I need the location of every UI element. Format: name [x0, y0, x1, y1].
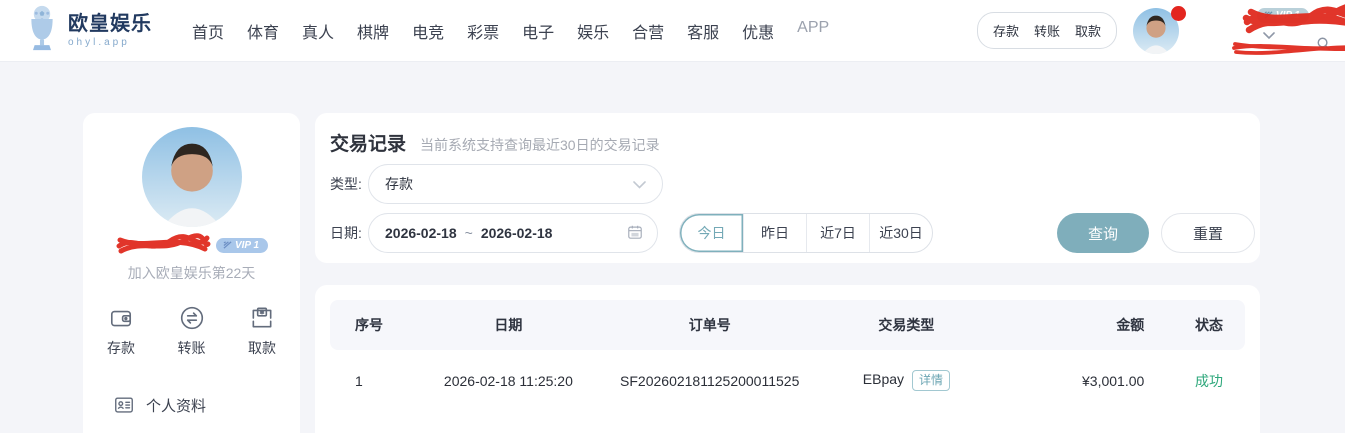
page-subtitle: 当前系统支持查询最近30日的交易记录 [420, 137, 660, 153]
nav-item-sports[interactable]: 体育 [247, 19, 279, 43]
table-row: 1 2026-02-18 11:25:20 SF2026021811252000… [330, 353, 1245, 408]
cell-amount: ¥3,001.00 [1082, 372, 1145, 389]
transfer-link[interactable]: 转账 [1034, 21, 1060, 40]
range-yesterday-button[interactable]: 昨日 [743, 214, 806, 252]
search-icon[interactable] [1316, 36, 1331, 56]
avatar [141, 127, 242, 227]
id-card-icon [115, 397, 133, 413]
nav-item-lottery[interactable]: 彩票 [467, 19, 499, 43]
chevron-down-icon[interactable] [1263, 27, 1275, 45]
deposit-link[interactable]: 存款 [993, 21, 1019, 40]
nav-item-slots[interactable]: 电子 [522, 19, 554, 43]
date-start-value: 2026-02-18 [385, 225, 457, 241]
nav-item-app[interactable]: APP [797, 19, 829, 43]
nav-item-esports[interactable]: 电竞 [412, 19, 444, 43]
page: 欧皇娱乐 ohyl.app 首页 体育 真人 棋牌 电竞 彩票 电子 娱乐 合营… [0, 0, 1345, 433]
range-7days-button[interactable]: 近7日 [806, 214, 869, 252]
main-nav: 首页 体育 真人 棋牌 电竞 彩票 电子 娱乐 合营 客服 优惠 APP [192, 19, 829, 43]
sidebar-item-profile[interactable]: 个人资料 [113, 394, 300, 416]
date-label: 日期: [330, 225, 362, 241]
type-select[interactable]: 存款 [368, 164, 663, 204]
col-date: 日期 [494, 317, 523, 333]
cell-seq: 1 [355, 372, 363, 389]
vip-badge-label: VIP 1 [234, 239, 260, 251]
top-header: 欧皇娱乐 ohyl.app 首页 体育 真人 棋牌 电竞 彩票 电子 娱乐 合营… [0, 0, 1345, 62]
brand-name: 欧皇娱乐 [68, 13, 152, 35]
col-amount: 金额 [1116, 317, 1145, 333]
cell-date: 2026-02-18 11:25:20 [443, 372, 573, 389]
header-right: 存款 转账 取款 VIP 1 [976, 2, 1345, 60]
date-end-value: 2026-02-18 [480, 225, 553, 241]
col-order: 订单号 [688, 317, 731, 333]
query-button[interactable]: 查询 [1057, 213, 1149, 253]
reset-button[interactable]: 重置 [1161, 213, 1255, 253]
calendar-icon[interactable] [627, 224, 643, 243]
cell-type: EBpay 详情 [815, 370, 998, 391]
nav-item-promotions[interactable]: 优惠 [742, 19, 774, 43]
trophy-icon [24, 4, 60, 57]
col-status: 状态 [1194, 317, 1223, 333]
notification-dot [1171, 5, 1186, 21]
nav-item-affiliate[interactable]: 合营 [632, 19, 664, 43]
avatar[interactable] [1133, 5, 1186, 54]
user-area: VIP 1 [1133, 2, 1345, 60]
type-select-value: 存款 [385, 176, 413, 192]
wing-icon [223, 240, 232, 249]
quick-action-label: 存款 [107, 340, 135, 356]
profile-card: VIP 1 加入欧皇娱乐第22天 存款 转账 取款 个人资料 [83, 113, 300, 433]
payment-method: EBpay [862, 371, 905, 388]
date-separator: ~ [464, 225, 473, 241]
vip-badge: VIP 1 [215, 237, 269, 253]
wing-icon [1264, 11, 1273, 19]
range-30days-button[interactable]: 近30日 [869, 214, 932, 252]
withdraw-icon [252, 307, 272, 328]
vip-badge-label: VIP 1 [1275, 10, 1300, 21]
col-type: 交易类型 [878, 317, 935, 333]
cell-order: SF202602181125200011525 [620, 372, 800, 389]
redaction-scribble [116, 233, 211, 254]
quick-action-deposit[interactable]: 存款 [107, 305, 135, 358]
withdraw-link[interactable]: 取款 [1075, 21, 1101, 40]
range-today-button[interactable]: 今日 [680, 214, 743, 252]
nav-item-home[interactable]: 首页 [192, 19, 224, 43]
quick-action-label: 取款 [248, 340, 276, 356]
filter-panel: 交易记录 当前系统支持查询最近30日的交易记录 类型: 存款 日期: 2026-… [315, 113, 1260, 263]
quick-action-label: 转账 [177, 340, 206, 356]
vip-badge: VIP 1 [1256, 8, 1309, 23]
quick-actions: 存款 转账 取款 [83, 305, 300, 358]
cell-status: 成功 [1194, 372, 1223, 389]
date-range-presets: 今日 昨日 近7日 近30日 [679, 213, 933, 253]
nav-item-live-casino[interactable]: 真人 [302, 19, 334, 43]
records-panel: 序号 日期 订单号 交易类型 金额 状态 1 2026-02-18 11:25:… [315, 285, 1260, 433]
user-meta: VIP 1 [1185, 2, 1345, 60]
wallet-actions: 存款 转账 取款 [976, 12, 1117, 49]
join-days-text: 加入欧皇娱乐第22天 [127, 265, 256, 281]
nav-item-board-games[interactable]: 棋牌 [357, 19, 389, 43]
username-row: VIP 1 [83, 232, 300, 258]
sidebar-item-label: 个人资料 [146, 397, 207, 415]
nav-item-entertainment[interactable]: 娱乐 [577, 19, 609, 43]
quick-action-transfer[interactable]: 转账 [178, 305, 206, 358]
type-label: 类型: [330, 176, 362, 192]
table-header: 序号 日期 订单号 交易类型 金额 状态 [330, 300, 1245, 350]
nav-item-support[interactable]: 客服 [687, 19, 719, 43]
sidebar-menu: 个人资料 VIP特权 [83, 394, 300, 433]
transfer-icon [180, 306, 203, 330]
col-seq: 序号 [355, 317, 383, 333]
brand-domain: ohyl.app [68, 37, 130, 48]
quick-action-withdraw[interactable]: 取款 [248, 305, 276, 358]
chevron-down-icon [633, 176, 646, 192]
page-title: 交易记录 [330, 134, 407, 155]
detail-button[interactable]: 详情 [912, 370, 951, 391]
wallet-icon [110, 310, 132, 327]
date-range-input[interactable]: 2026-02-18 ~ 2026-02-18 [368, 213, 658, 253]
brand-logo[interactable]: 欧皇娱乐 ohyl.app [24, 4, 152, 57]
